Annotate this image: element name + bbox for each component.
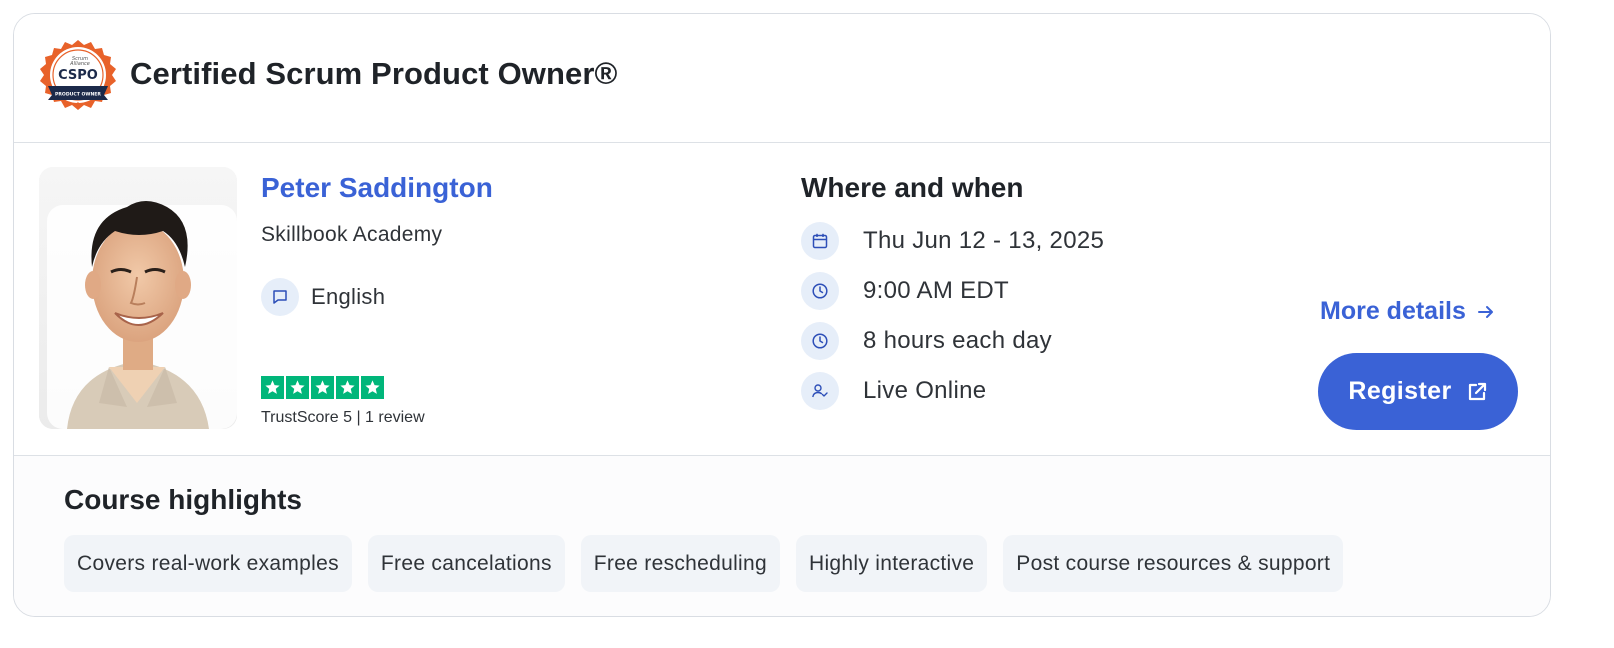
trainer-academy: Skillbook Academy	[261, 223, 443, 246]
more-details-link[interactable]: More details	[1320, 297, 1496, 326]
trainer-name-link[interactable]: Peter Saddington	[261, 172, 493, 204]
chat-bubble-icon	[261, 278, 299, 316]
star-icon	[311, 376, 334, 399]
highlight-chips: Covers real-work examples Free cancelati…	[64, 535, 1344, 592]
svg-text:PRODUCT OWNER: PRODUCT OWNER	[55, 92, 101, 98]
duration-text: 8 hours each day	[863, 327, 1052, 354]
language-row: English	[261, 278, 385, 316]
star-icon	[261, 376, 284, 399]
register-button[interactable]: Register	[1318, 353, 1518, 430]
highlight-chip: Post course resources & support	[1003, 535, 1344, 592]
language-label: English	[311, 284, 386, 309]
duration-row: 8 hours each day	[801, 322, 1052, 360]
highlight-chip: Highly interactive	[795, 535, 988, 592]
cspo-badge-icon: Scrum Alliance CSPO PRODUCT OWNER ✦	[40, 40, 116, 116]
star-icon	[336, 376, 359, 399]
course-title: Certified Scrum Product Owner®	[130, 56, 618, 91]
external-link-icon	[1468, 382, 1486, 400]
where-when-title: Where and when	[801, 172, 1024, 203]
clock-icon	[801, 272, 839, 310]
star-icon	[286, 376, 309, 399]
highlight-chip: Covers real-work examples	[64, 535, 352, 592]
calendar-icon	[801, 222, 839, 260]
format-text: Live Online	[863, 377, 987, 404]
trustpilot-stars	[261, 376, 384, 399]
format-row: Live Online	[801, 372, 986, 410]
trainer-photo	[39, 167, 237, 429]
highlight-chip: Free rescheduling	[580, 535, 780, 592]
svg-text:✦: ✦	[76, 101, 80, 107]
time-row: 9:00 AM EDT	[801, 272, 1009, 310]
arrow-right-icon	[1477, 305, 1493, 318]
clock-icon	[801, 322, 839, 360]
highlight-chip: Free cancelations	[367, 535, 565, 592]
svg-text:CSPO: CSPO	[58, 68, 98, 83]
svg-text:Alliance: Alliance	[69, 61, 90, 67]
star-icon	[361, 376, 384, 399]
date-text: Thu Jun 12 - 13, 2025	[863, 227, 1105, 254]
card-body: Peter Saddington Skillbook Academy Engli…	[14, 144, 1550, 455]
more-details-label: More details	[1320, 297, 1466, 325]
date-row: Thu Jun 12 - 13, 2025	[801, 222, 1104, 260]
course-card: Scrum Alliance CSPO PRODUCT OWNER ✦ Cert…	[13, 13, 1551, 617]
time-text: 9:00 AM EDT	[863, 277, 1010, 304]
highlights-title: Course highlights	[64, 484, 302, 515]
trustscore-text: TrustScore 5 | 1 review	[261, 409, 425, 426]
card-footer: Course highlights Covers real-work examp…	[14, 455, 1550, 616]
person-check-icon	[801, 372, 839, 410]
register-label: Register	[1348, 377, 1452, 405]
card-header: Scrum Alliance CSPO PRODUCT OWNER ✦ Cert…	[14, 14, 1550, 143]
